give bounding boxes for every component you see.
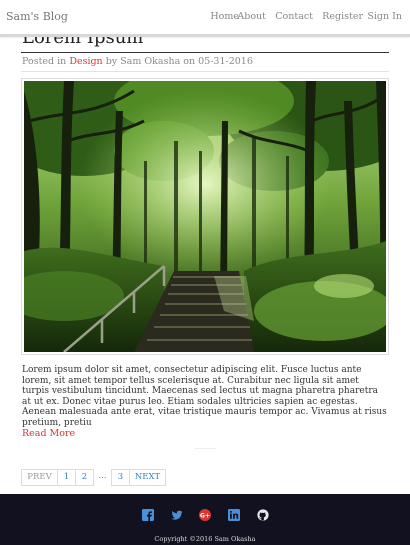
- nav-about-link[interactable]: About: [237, 11, 266, 22]
- linkedin-icon[interactable]: [228, 506, 240, 521]
- title-divider: [21, 52, 389, 53]
- post-separator: [194, 448, 216, 449]
- meta-author-date: by Sam Okasha on 05-31-2016: [102, 56, 253, 67]
- brand-link[interactable]: Sam's Blog: [6, 10, 68, 23]
- next-page-button[interactable]: NEXT: [129, 469, 166, 486]
- facebook-icon[interactable]: [142, 506, 154, 521]
- post-image[interactable]: [21, 78, 389, 355]
- meta-prefix: Posted in: [22, 56, 70, 67]
- nav-contact-link[interactable]: Contact: [275, 11, 313, 22]
- page-2-button[interactable]: 2: [75, 469, 94, 486]
- meta-divider: [21, 71, 389, 72]
- footer: G+ Copyright ©2016 Sam Okasha: [0, 494, 410, 545]
- twitter-icon[interactable]: [171, 506, 183, 520]
- google-plus-icon[interactable]: G+: [199, 506, 211, 521]
- post-excerpt: Lorem ipsum dolor sit amet, consectetur …: [22, 365, 387, 428]
- nav-home-link[interactable]: Home: [210, 11, 239, 22]
- category-link[interactable]: Design: [69, 56, 102, 67]
- nav-signin-link[interactable]: Sign In: [367, 11, 402, 22]
- svg-text:G+: G+: [200, 512, 210, 519]
- forest-staircase-photo: [24, 81, 386, 352]
- copyright-text: Copyright ©2016 Sam Okasha: [154, 535, 256, 543]
- github-icon[interactable]: [257, 506, 269, 521]
- read-more-link[interactable]: Read More: [22, 428, 75, 439]
- nav-register-link[interactable]: Register: [322, 11, 363, 22]
- post-meta: Posted in Design by Sam Okasha on 05-31-…: [22, 56, 253, 67]
- page-1-button[interactable]: 1: [57, 469, 76, 486]
- social-links: G+: [0, 506, 410, 521]
- prev-page-button[interactable]: PREV: [21, 469, 58, 486]
- pagination-ellipsis: ...: [94, 469, 111, 486]
- page-3-button[interactable]: 3: [111, 469, 130, 486]
- navbar: Sam's Blog Home About Contact Register S…: [0, 0, 410, 37]
